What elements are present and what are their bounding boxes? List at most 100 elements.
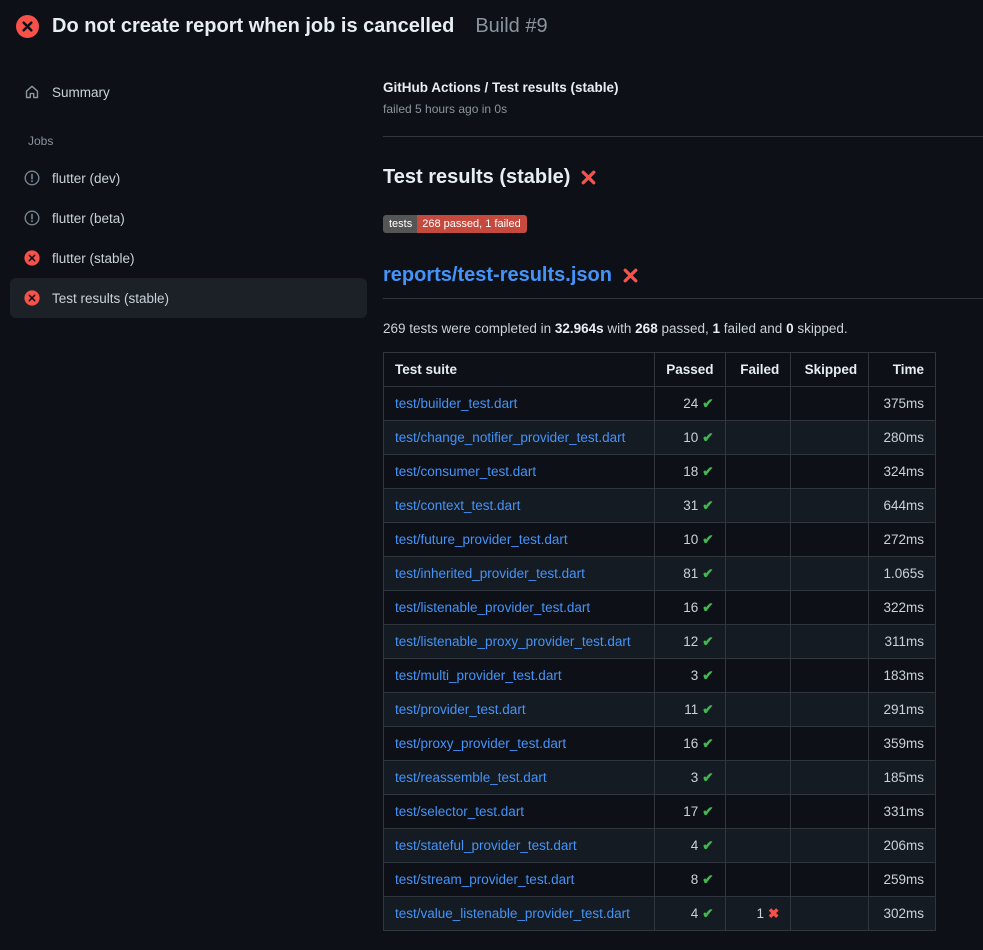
test-suite-link[interactable]: test/provider_test.dart (395, 702, 526, 717)
failed-cell (725, 693, 791, 727)
table-row: test/future_provider_test.dart10✔272ms (384, 523, 936, 557)
passed-count: 16 (683, 736, 698, 751)
test-suite-link[interactable]: test/context_test.dart (395, 498, 520, 513)
test-suite-link[interactable]: test/listenable_proxy_provider_test.dart (395, 634, 631, 649)
skipped-cell (791, 795, 869, 829)
test-suite-link[interactable]: test/reassemble_test.dart (395, 770, 547, 785)
test-suite-link[interactable]: test/proxy_provider_test.dart (395, 736, 566, 751)
cross-icon: ✖ (768, 906, 779, 921)
test-suite-link[interactable]: test/listenable_provider_test.dart (395, 600, 590, 615)
check-icon: ✔ (702, 498, 713, 513)
x-circle-icon (24, 250, 40, 266)
suite-cell: test/context_test.dart (384, 489, 655, 523)
summary-skipped-count: 0 (786, 321, 794, 336)
skipped-cell (791, 829, 869, 863)
report-file-link[interactable]: reports/test-results.json (383, 264, 612, 287)
test-table-body: test/builder_test.dart24✔375mstest/chang… (384, 387, 936, 931)
check-icon: ✔ (702, 804, 713, 819)
passed-count: 16 (683, 600, 698, 615)
time-cell: 359ms (869, 727, 936, 761)
passed-count: 3 (691, 770, 699, 785)
passed-count: 11 (684, 702, 698, 717)
passed-count: 3 (691, 668, 699, 683)
test-suite-link[interactable]: test/builder_test.dart (395, 396, 517, 411)
skipped-cell (791, 761, 869, 795)
passed-cell: 31✔ (655, 489, 725, 523)
failed-status-icon (16, 15, 39, 38)
col-header-failed: Failed (725, 353, 791, 387)
skipped-cell (791, 727, 869, 761)
test-suite-link[interactable]: test/stream_provider_test.dart (395, 872, 574, 887)
test-suite-link[interactable]: test/stateful_provider_test.dart (395, 838, 577, 853)
table-row: test/inherited_provider_test.dart81✔1.06… (384, 557, 936, 591)
failed-cell (725, 863, 791, 897)
skipped-cell (791, 693, 869, 727)
table-row: test/listenable_proxy_provider_test.dart… (384, 625, 936, 659)
test-suite-link[interactable]: test/value_listenable_provider_test.dart (395, 906, 630, 921)
test-results-table: Test suite Passed Failed Skipped Time te… (383, 352, 936, 931)
failed-cell (725, 625, 791, 659)
home-icon (24, 84, 40, 100)
breadcrumb: GitHub Actions / Test results (stable) (383, 80, 983, 95)
sidebar-item-job[interactable]: flutter (dev) (10, 158, 367, 198)
skipped-cell (791, 659, 869, 693)
table-row: test/proxy_provider_test.dart16✔359ms (384, 727, 936, 761)
time-cell: 302ms (869, 897, 936, 931)
divider (383, 136, 983, 137)
passed-cell: 10✔ (655, 421, 725, 455)
time-cell: 331ms (869, 795, 936, 829)
sidebar-item-job[interactable]: flutter (beta) (10, 198, 367, 238)
passed-count: 18 (683, 464, 698, 479)
sidebar-item-summary[interactable]: Summary (10, 72, 367, 112)
suite-cell: test/listenable_proxy_provider_test.dart (384, 625, 655, 659)
badge-value: 268 passed, 1 failed (417, 215, 526, 233)
test-suite-link[interactable]: test/change_notifier_provider_test.dart (395, 430, 625, 445)
passed-cell: 4✔ (655, 897, 725, 931)
test-suite-link[interactable]: test/multi_provider_test.dart (395, 668, 562, 683)
section-heading: Test results (stable) (383, 166, 983, 189)
check-icon: ✔ (702, 600, 713, 615)
skipped-cell (791, 455, 869, 489)
passed-cell: 11✔ (655, 693, 725, 727)
time-cell: 272ms (869, 523, 936, 557)
suite-cell: test/reassemble_test.dart (384, 761, 655, 795)
time-cell: 324ms (869, 455, 936, 489)
check-icon: ✔ (702, 838, 713, 853)
summary-text: 269 tests were completed in (383, 321, 555, 336)
skipped-cell (791, 591, 869, 625)
time-cell: 280ms (869, 421, 936, 455)
passed-cell: 12✔ (655, 625, 725, 659)
failed-cell (725, 387, 791, 421)
failed-cell (725, 421, 791, 455)
job-label: flutter (beta) (52, 211, 125, 226)
table-row: test/builder_test.dart24✔375ms (384, 387, 936, 421)
suite-cell: test/value_listenable_provider_test.dart (384, 897, 655, 931)
skipped-cell (791, 523, 869, 557)
table-row: test/change_notifier_provider_test.dart 1… (384, 421, 936, 455)
time-cell: 259ms (869, 863, 936, 897)
test-suite-link[interactable]: test/selector_test.dart (395, 804, 524, 819)
jobs-list: flutter (dev) flutter (beta) flutter (stab… (10, 158, 367, 318)
test-suite-link[interactable]: test/inherited_provider_test.dart (395, 566, 585, 581)
summary-passed-count: 268 (635, 321, 658, 336)
time-cell: 375ms (869, 387, 936, 421)
time-cell: 1.065s (869, 557, 936, 591)
run-meta: failed 5 hours ago in 0s (383, 102, 983, 116)
section-title: Test results (stable) (383, 166, 570, 189)
check-icon: ✔ (702, 430, 713, 445)
passed-count: 4 (691, 838, 699, 853)
passed-cell: 16 ✔ (655, 591, 725, 625)
neutral-circle-icon (24, 210, 40, 226)
jobs-section-label: Jobs (28, 134, 367, 148)
time-cell: 183ms (869, 659, 936, 693)
passed-cell: 3✔ (655, 659, 725, 693)
sidebar-item-job[interactable]: flutter (stable) (10, 238, 367, 278)
sidebar-item-job[interactable]: Test results (stable) (10, 278, 367, 318)
passed-cell: 3✔ (655, 761, 725, 795)
suite-cell: test/change_notifier_provider_test.dart (384, 421, 655, 455)
table-row: test/consumer_test.dart18✔324ms (384, 455, 936, 489)
table-row: test/selector_test.dart17✔331ms (384, 795, 936, 829)
test-suite-link[interactable]: test/future_provider_test.dart (395, 532, 568, 547)
test-suite-link[interactable]: test/consumer_test.dart (395, 464, 536, 479)
skipped-cell (791, 557, 869, 591)
